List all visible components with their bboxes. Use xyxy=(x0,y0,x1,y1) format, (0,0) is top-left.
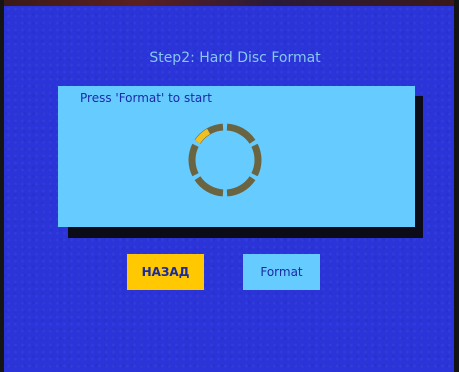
ring-progress-fill xyxy=(194,128,211,144)
ring-segment xyxy=(226,176,256,197)
page-title: Step2: Hard Disc Format xyxy=(149,50,321,66)
ring-segment xyxy=(226,123,256,144)
ring-segment xyxy=(251,143,262,177)
format-screen: Step2: Hard Disc Format Press 'Format' t… xyxy=(0,0,459,372)
progress-ring-icon xyxy=(188,123,262,197)
back-button[interactable]: НАЗАД xyxy=(127,254,204,290)
instruction-text: Press 'Format' to start xyxy=(80,91,212,105)
format-button[interactable]: Format xyxy=(243,254,320,290)
ring-segment xyxy=(194,176,224,197)
ring-segment xyxy=(188,143,199,177)
format-panel: Press 'Format' to start xyxy=(58,86,415,227)
top-strip xyxy=(0,0,459,6)
